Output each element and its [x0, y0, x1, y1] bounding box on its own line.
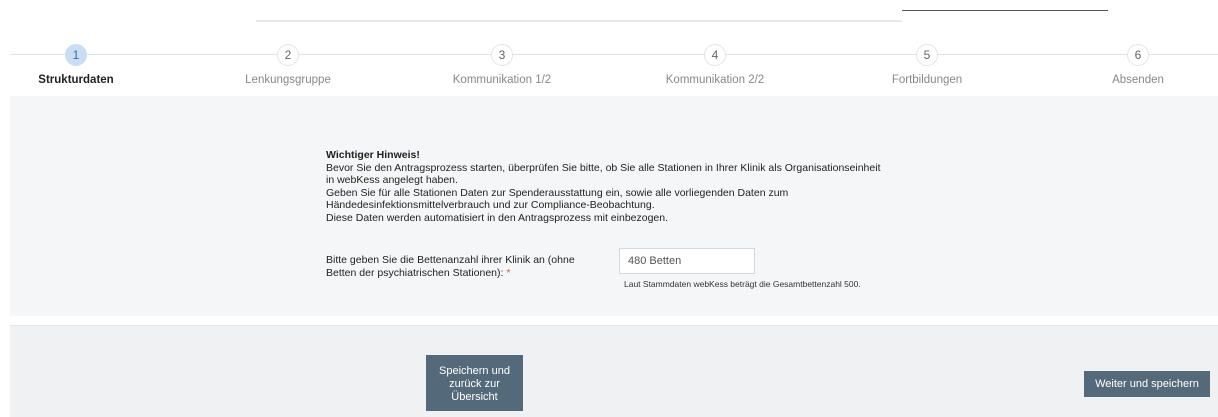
beds-label-line: Betten der psychiatrischen Stationen): *: [326, 267, 616, 280]
beds-field-label: Bitte geben Sie die Bettenanzahl ihrer K…: [326, 254, 616, 280]
save-back-line: zurück zur: [449, 378, 500, 390]
important-notice: Wichtiger Hinweis! Bevor Sie den Antrags…: [326, 149, 926, 225]
stepper-track: [10, 54, 1218, 55]
step-label: Lenkungsgruppe: [245, 74, 331, 86]
step-kommunikation-2[interactable]: 4 Kommunikation 2/2: [635, 44, 795, 86]
step-kommunikation-1[interactable]: 3 Kommunikation 1/2: [422, 44, 582, 86]
step-number: 4: [704, 44, 726, 66]
beds-hint: Laut Stammdaten webKess beträgt die Gesa…: [624, 279, 861, 289]
step-lenkungsgruppe[interactable]: 2 Lenkungsgruppe: [208, 44, 368, 86]
step-label: Fortbildungen: [891, 74, 963, 86]
form-panel: Wichtiger Hinweis! Bevor Sie den Antrags…: [10, 96, 1218, 316]
wizard-stepper: 1 Strukturdaten 2 Lenkungsgruppe 3 Kommu…: [10, 44, 1218, 96]
next-and-save-button[interactable]: Weiter und speichern: [1084, 371, 1210, 397]
step-fortbildungen[interactable]: 5 Fortbildungen: [847, 44, 1007, 86]
divider: [902, 10, 1108, 11]
notice-text: Händedesinfektionsmittelverbrauch und zu…: [326, 199, 655, 212]
step-label: Absenden: [1112, 74, 1164, 86]
required-marker: *: [506, 267, 511, 279]
step-label: Kommunikation 1/2: [452, 74, 552, 86]
notice-text: Bevor Sie den Antragsprozess starten, üb…: [326, 161, 881, 174]
step-number: 6: [1127, 44, 1149, 66]
action-footer: Speichern und zurück zur Übersicht Weite…: [10, 325, 1218, 417]
save-back-line: Übersicht: [451, 391, 498, 403]
beds-label-text: Betten der psychiatrischen Stationen):: [326, 267, 504, 279]
beds-label-line: Bitte geben Sie die Bettenanzahl ihrer K…: [326, 254, 575, 266]
notice-text: Geben Sie für alle Stationen Daten zur S…: [326, 186, 789, 199]
step-strukturdaten[interactable]: 1 Strukturdaten: [0, 44, 156, 86]
beds-count-input[interactable]: [619, 248, 755, 274]
notice-text: in webKess angelegt haben.: [326, 174, 458, 187]
step-absenden[interactable]: 6 Absenden: [1058, 44, 1218, 86]
notice-title: Wichtiger Hinweis!: [326, 149, 420, 161]
notice-text: Diese Daten werden automatisiert in den …: [326, 211, 669, 224]
step-number: 3: [491, 44, 513, 66]
step-number: 1: [65, 44, 87, 66]
step-label: Kommunikation 2/2: [665, 74, 765, 86]
save-and-back-button[interactable]: Speichern und zurück zur Übersicht: [426, 355, 523, 411]
step-number: 2: [277, 44, 299, 66]
progress-line: [256, 20, 902, 22]
step-number: 5: [916, 44, 938, 66]
step-label: Strukturdaten: [38, 74, 114, 86]
save-back-line: Speichern und: [439, 365, 510, 377]
